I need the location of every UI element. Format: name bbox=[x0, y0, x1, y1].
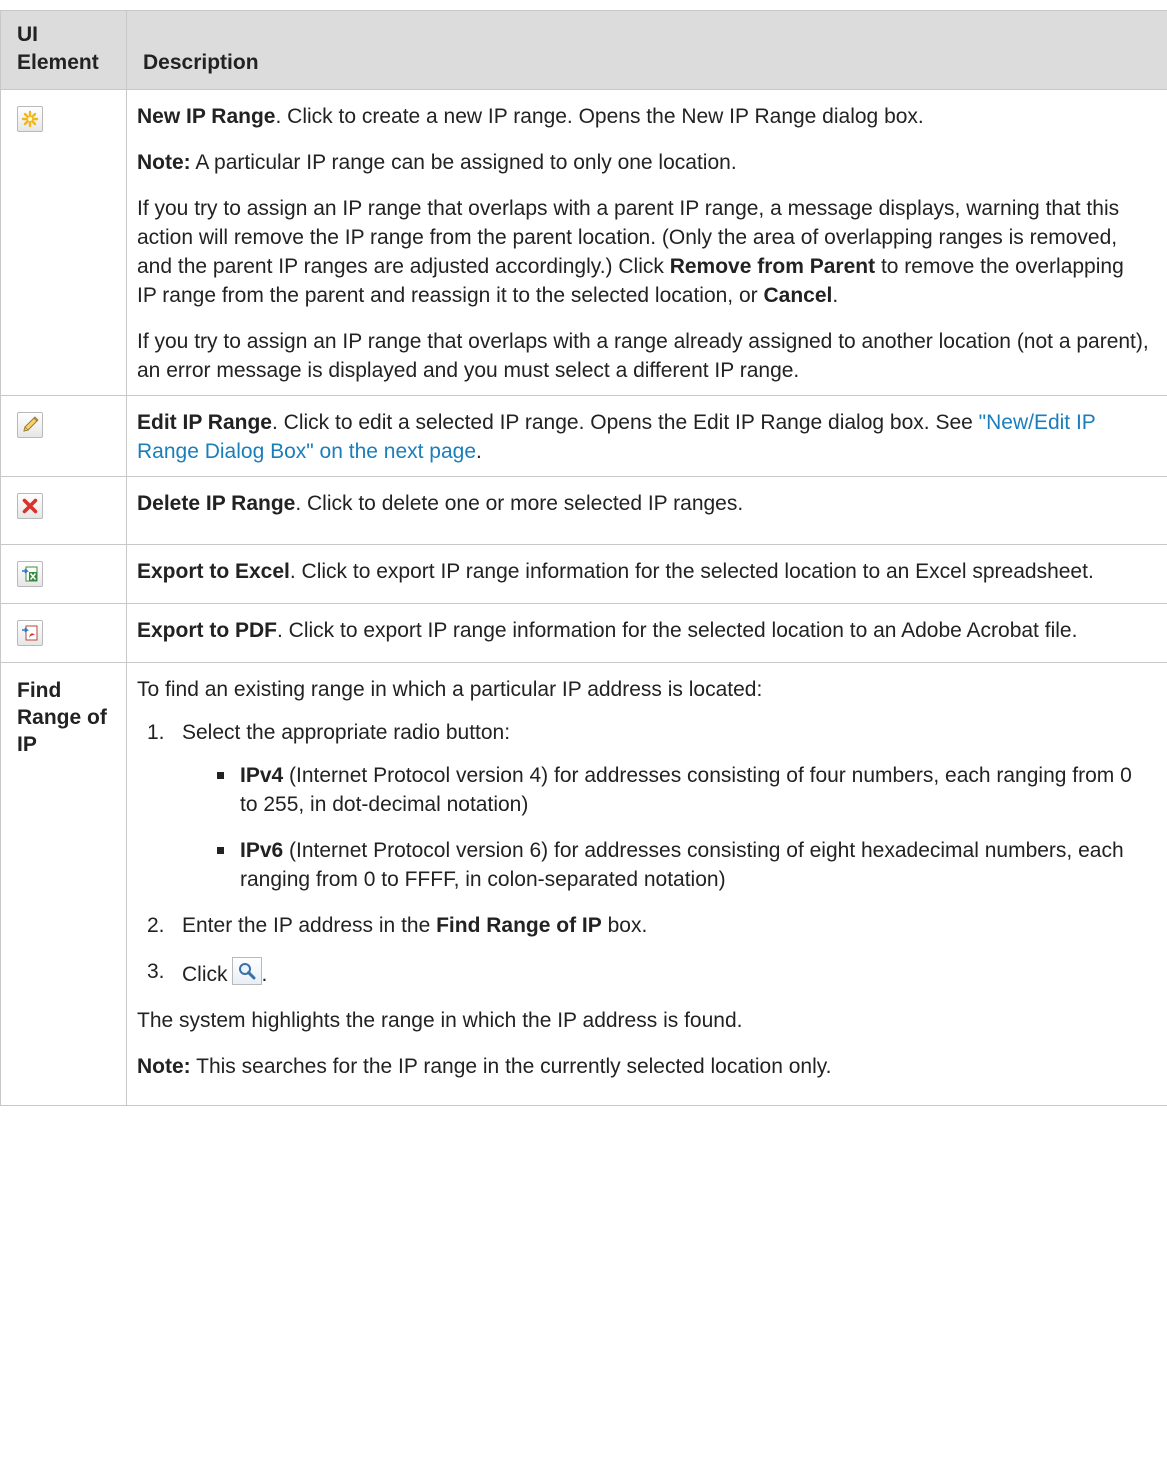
header-description: Description bbox=[126, 10, 1167, 90]
table-row: New IP Range. Click to create a new IP r… bbox=[0, 89, 1167, 396]
overlap-parent-paragraph: If you try to assign an IP range that ov… bbox=[137, 197, 1124, 307]
find-range-label: Find Range of IP bbox=[0, 662, 127, 1106]
table-row: Export to Excel. Click to export IP rang… bbox=[0, 544, 1167, 604]
new-ip-range-note: Note: A particular IP range can be assig… bbox=[137, 151, 737, 174]
export-pdf-icon[interactable] bbox=[17, 620, 43, 646]
table-header-row: UI Element Description bbox=[0, 10, 1167, 90]
export-excel-desc: Export to Excel. Click to export IP rang… bbox=[137, 560, 1094, 583]
edit-ip-range-desc: Edit IP Range. Click to edit a selected … bbox=[137, 411, 1096, 463]
magnifier-search-icon[interactable] bbox=[231, 957, 262, 985]
list-item: 1. Select the appropriate radio button: … bbox=[137, 718, 1149, 894]
new-ip-range-desc: New IP Range. Click to create a new IP r… bbox=[137, 105, 924, 128]
header-ui-element: UI Element bbox=[0, 10, 127, 90]
ip-version-list: IPv4 (Internet Protocol version 4) for a… bbox=[182, 761, 1149, 894]
table-row: Export to PDF. Click to export IP range … bbox=[0, 603, 1167, 663]
find-range-result: The system highlights the range in which… bbox=[137, 1009, 743, 1032]
red-x-icon[interactable] bbox=[17, 493, 43, 519]
delete-ip-range-desc: Delete IP Range. Click to delete one or … bbox=[137, 492, 744, 515]
new-star-icon[interactable] bbox=[17, 106, 43, 132]
pencil-icon[interactable] bbox=[17, 412, 43, 438]
list-item: 3. Click. bbox=[137, 957, 1149, 989]
export-pdf-desc: Export to PDF. Click to export IP range … bbox=[137, 619, 1078, 642]
table-row: Find Range of IP To find an existing ran… bbox=[0, 662, 1167, 1106]
overlap-other-paragraph: If you try to assign an IP range that ov… bbox=[137, 330, 1149, 382]
bullet-icon bbox=[217, 772, 224, 779]
list-item: 2. Enter the IP address in the Find Rang… bbox=[147, 914, 648, 937]
export-excel-icon[interactable] bbox=[17, 561, 43, 587]
list-item: IPv6 (Internet Protocol version 6) for a… bbox=[182, 836, 1149, 894]
table-row: Delete IP Range. Click to delete one or … bbox=[0, 476, 1167, 545]
bullet-icon bbox=[217, 847, 224, 854]
table-row: Edit IP Range. Click to edit a selected … bbox=[0, 395, 1167, 477]
ui-element-table: UI Element Description New IP Range. Cli… bbox=[0, 10, 1167, 1106]
list-item: IPv4 (Internet Protocol version 4) for a… bbox=[182, 761, 1149, 819]
find-range-intro: To find an existing range in which a par… bbox=[137, 678, 763, 701]
find-range-note: Note: This searches for the IP range in … bbox=[137, 1055, 832, 1078]
find-range-steps: 1. Select the appropriate radio button: … bbox=[137, 718, 1149, 989]
